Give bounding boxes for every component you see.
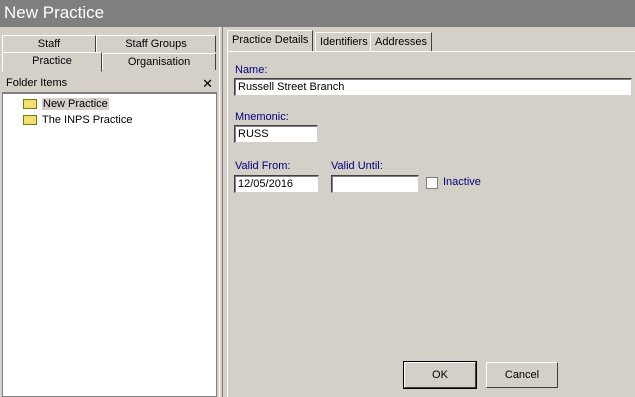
mnemonic-field[interactable]: RUSS	[234, 125, 318, 143]
close-icon[interactable]: ✕	[202, 75, 213, 92]
inactive-checkbox[interactable]	[426, 177, 438, 189]
folder-icon	[23, 99, 37, 110]
practice-details-panel	[227, 51, 635, 397]
name-field[interactable]: Russell Street Branch	[234, 78, 632, 96]
window-title: New Practice	[4, 3, 105, 22]
folder-items-header: Folder Items ✕	[2, 75, 217, 93]
inactive-label: Inactive	[443, 176, 481, 188]
tab-organisation[interactable]: Organisation	[102, 53, 216, 70]
tab-practice[interactable]: Practice	[2, 52, 102, 72]
tab-identifiers[interactable]: Identifiers	[315, 32, 373, 51]
valid-until-label: Valid Until:	[331, 160, 383, 172]
folder-tree: New Practice The INPS Practice	[2, 93, 217, 397]
name-label: Name:	[235, 64, 268, 76]
tab-practice-details[interactable]: Practice Details	[227, 30, 314, 52]
valid-from-field[interactable]: 12/05/2016	[234, 175, 319, 193]
tab-addresses[interactable]: Addresses	[370, 32, 432, 51]
ok-button[interactable]: OK	[403, 361, 477, 389]
tab-staff[interactable]: Staff	[2, 35, 96, 52]
folder-icon	[23, 115, 37, 126]
cancel-button[interactable]: Cancel	[486, 362, 558, 388]
valid-until-field[interactable]	[331, 175, 419, 193]
title-bar: New Practice	[0, 0, 635, 27]
tab-staff-groups[interactable]: Staff Groups	[96, 35, 216, 52]
splitter[interactable]	[219, 27, 223, 397]
valid-from-label: Valid From:	[235, 160, 291, 172]
tree-item-new-practice[interactable]: New Practice	[23, 97, 109, 111]
mnemonic-label: Mnemonic:	[235, 111, 289, 123]
tree-item-inps-practice[interactable]: The INPS Practice	[23, 113, 132, 127]
folder-items-label: Folder Items	[6, 77, 68, 89]
